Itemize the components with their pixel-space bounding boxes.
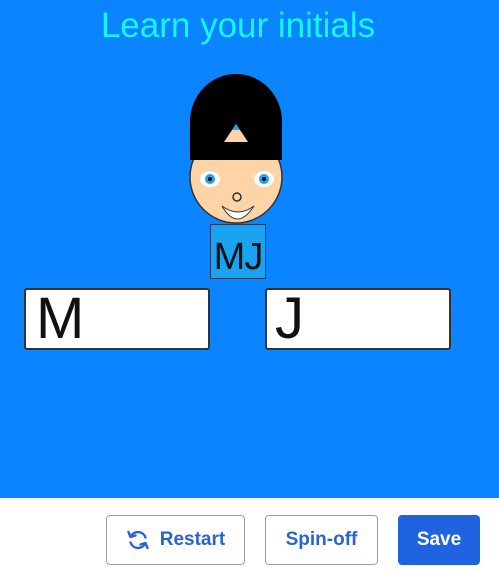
character-sprite: MJ	[186, 72, 290, 284]
restart-icon	[126, 528, 150, 552]
spin-off-button[interactable]: Spin-off	[265, 515, 378, 565]
page-title: Learn your initials	[100, 6, 376, 45]
restart-label: Restart	[159, 529, 226, 550]
project-stage: Learn your initials MJ M J	[0, 0, 499, 498]
restart-button[interactable]: Restart	[106, 515, 245, 565]
initial-card-second: J	[265, 288, 451, 350]
character-head	[189, 74, 283, 224]
save-label: Save	[416, 529, 462, 550]
spin-off-label: Spin-off	[285, 529, 358, 550]
save-button[interactable]: Save	[398, 515, 480, 565]
initials-badge: MJ	[210, 224, 266, 279]
initial-card-first: M	[24, 288, 210, 350]
